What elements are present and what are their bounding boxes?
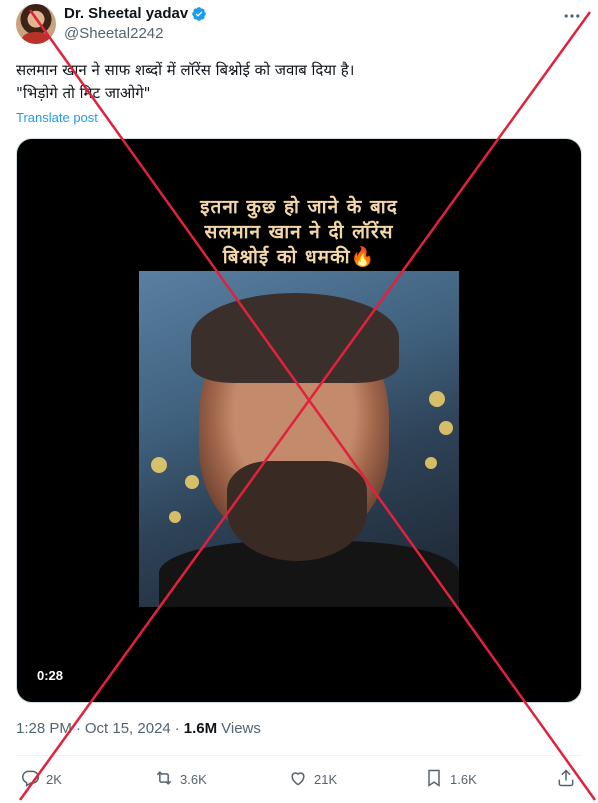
action-bar: 2K 3.6K 21K 1.6K — [16, 768, 582, 792]
bokeh-light — [425, 457, 437, 469]
divider — [16, 755, 582, 756]
views-count: 1.6M — [183, 720, 218, 737]
bokeh-light — [439, 421, 453, 435]
video-duration: 0:28 — [29, 666, 72, 685]
views-label: Views — [221, 720, 261, 737]
author-display-name[interactable]: Dr. Sheetal yadav — [64, 5, 188, 22]
video-caption: इतना कुछ हो जाने के बाद सलमान खान ने दी … — [17, 195, 581, 270]
hair — [191, 293, 399, 383]
caption-line-3-text: बिश्नोई को धमकी — [222, 246, 351, 268]
like-count: 21K — [314, 772, 338, 787]
repost-button[interactable]: 3.6K — [154, 768, 207, 791]
bokeh-light — [185, 475, 199, 489]
repost-count: 3.6K — [180, 772, 207, 787]
reply-icon — [20, 768, 40, 791]
flame-icon: 🔥 — [350, 246, 376, 268]
like-icon — [288, 768, 308, 791]
reply-button[interactable]: 2K — [20, 768, 62, 791]
caption-line-2: सलमान खान ने दी लॉरेंस — [204, 221, 394, 243]
name-row: Dr. Sheetal yadav — [64, 5, 207, 22]
reply-count: 2K — [46, 772, 62, 787]
caption-line-1: इतना कुछ हो जाने के बाद — [200, 196, 398, 218]
avatar[interactable] — [16, 4, 56, 44]
caption-line-3: बिश्नोई को धमकी🔥 — [17, 245, 581, 270]
repost-icon — [154, 768, 174, 791]
tweet-header: Dr. Sheetal yadav @Sheetal2242 — [16, 0, 582, 48]
more-icon[interactable] — [562, 6, 582, 26]
author-handle[interactable]: @Sheetal2242 — [64, 25, 163, 42]
like-button[interactable]: 21K — [288, 768, 337, 791]
tweet-time[interactable]: 1:28 PM — [16, 720, 72, 737]
bookmark-button[interactable]: 1.6K — [424, 768, 477, 791]
tweet-meta: 1:28 PM · Oct 15, 2024 · 1.6M Views — [16, 720, 261, 737]
beard — [227, 461, 367, 561]
bokeh-light — [169, 511, 181, 523]
bokeh-light — [429, 391, 445, 407]
video-thumbnail[interactable] — [139, 271, 459, 607]
translate-post-link[interactable]: Translate post — [16, 110, 98, 125]
share-icon — [556, 768, 576, 791]
meta-separator: · — [75, 720, 81, 737]
bookmark-count: 1.6K — [450, 772, 477, 787]
share-button[interactable] — [556, 768, 576, 791]
tweet-date[interactable]: Oct 15, 2024 — [85, 720, 171, 737]
bookmark-icon — [424, 768, 444, 791]
tweet-text: सलमान खान ने साफ शब्दों में लॉरेंस बिश्न… — [16, 59, 582, 105]
meta-separator: · — [174, 720, 180, 737]
video-player[interactable]: इतना कुछ हो जाने के बाद सलमान खान ने दी … — [16, 138, 582, 703]
tweet-text-line-2: "भिड़ोगे तो मिट जाओगे" — [16, 84, 151, 102]
tweet-text-line-1: सलमान खान ने साफ शब्दों में लॉरेंस बिश्न… — [16, 61, 355, 79]
bokeh-light — [151, 457, 167, 473]
verified-badge-icon[interactable] — [191, 6, 207, 22]
